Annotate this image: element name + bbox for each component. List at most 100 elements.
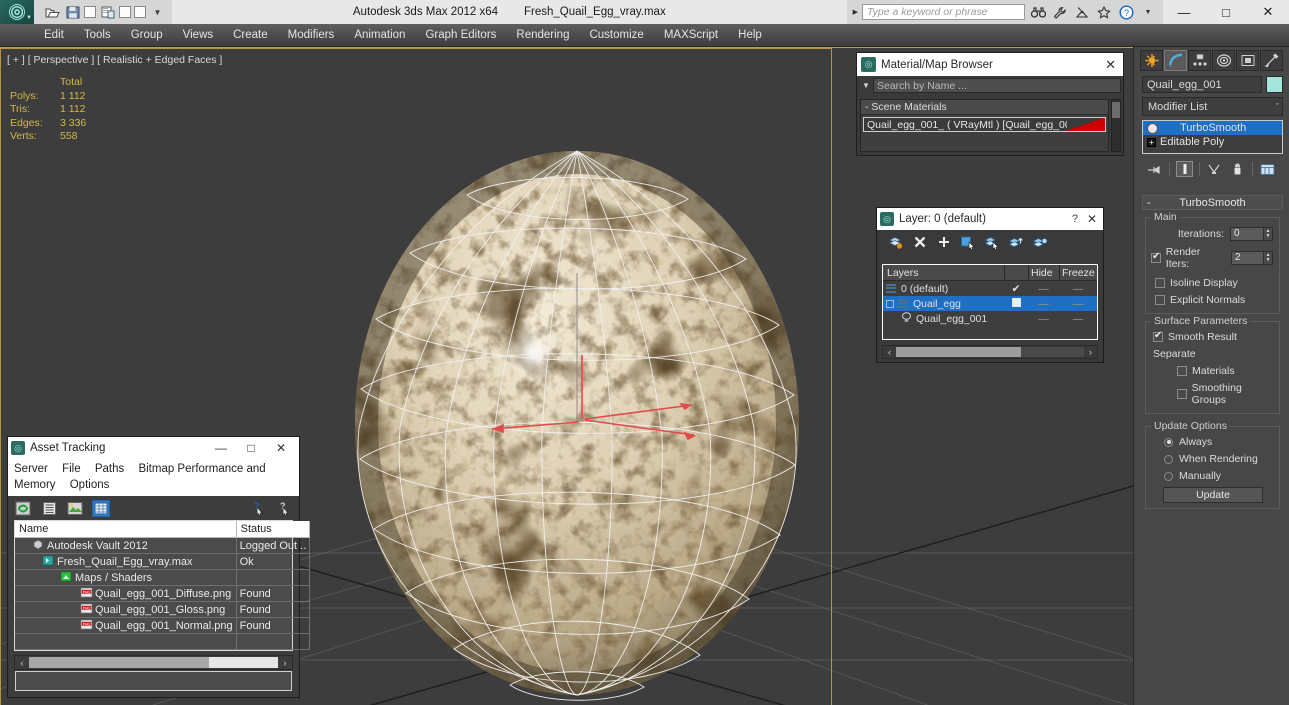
smooth-result-checkbox[interactable] xyxy=(1153,330,1163,342)
modify-tab[interactable] xyxy=(1164,50,1187,71)
explicit-normals-checkbox[interactable] xyxy=(1155,295,1165,305)
scroll-thumb[interactable] xyxy=(896,347,1021,357)
show-end-result-icon[interactable] xyxy=(1176,161,1193,177)
menu-item-edit[interactable]: Edit xyxy=(34,24,74,47)
update-option-always[interactable]: Always xyxy=(1151,436,1275,448)
display-tab[interactable] xyxy=(1236,50,1259,71)
render-iters-checkbox[interactable] xyxy=(1150,251,1161,263)
table-row[interactable]: Maps / Shaders xyxy=(15,569,311,586)
close-icon[interactable]: ✕ xyxy=(1105,57,1119,73)
search-input[interactable]: Type a keyword or phrase xyxy=(862,4,1025,20)
menu-item-rendering[interactable]: Rendering xyxy=(506,24,579,47)
smoothing-groups-checkbox[interactable] xyxy=(1177,389,1187,399)
layer-freeze-toggle[interactable]: — xyxy=(1059,298,1097,310)
update-option-when-rendering[interactable]: When Rendering xyxy=(1151,453,1275,465)
create-new-layer-icon[interactable] xyxy=(887,234,904,251)
table-view-icon[interactable] xyxy=(92,499,110,517)
remove-modifier-icon[interactable] xyxy=(1229,161,1246,177)
layer-row[interactable]: Quail_egg — — xyxy=(883,296,1097,311)
highlight-selected-objects-layer-icon[interactable] xyxy=(1007,234,1024,251)
iterations-field[interactable]: 0 xyxy=(1230,227,1264,241)
motion-tab[interactable] xyxy=(1212,50,1235,71)
material-browser-titlebar[interactable]: ◎ Material/Map Browser ✕ xyxy=(857,53,1123,76)
expand-plus-icon[interactable]: + xyxy=(1147,137,1156,147)
delete-layer-icon[interactable] xyxy=(911,234,928,251)
asset-tracking-window[interactable]: ◎ Asset Tracking — □ ✕ Server File Paths… xyxy=(7,436,311,698)
menu-item-animation[interactable]: Animation xyxy=(344,24,415,47)
layer-freeze-toggle[interactable]: — xyxy=(1059,313,1097,325)
maximize-button[interactable]: □ xyxy=(236,441,266,455)
menu-item-group[interactable]: Group xyxy=(121,24,173,47)
iterations-spinner[interactable]: ▲ ▼ xyxy=(1264,227,1273,241)
scroll-left-icon[interactable]: ‹ xyxy=(883,347,896,357)
menu-item-modifiers[interactable]: Modifiers xyxy=(278,24,345,47)
pin-stack-icon[interactable] xyxy=(1146,161,1163,177)
material-search-input[interactable]: Search by Name ... xyxy=(873,78,1121,93)
save-file-icon[interactable] xyxy=(64,4,81,21)
menu-item-help[interactable]: Help xyxy=(728,24,772,47)
rollout-header[interactable]: - TurboSmooth xyxy=(1142,195,1283,210)
create-tab[interactable] xyxy=(1140,50,1163,71)
close-icon[interactable]: ✕ xyxy=(1087,212,1100,226)
help-dropdown-icon[interactable]: ▼ xyxy=(1139,3,1157,21)
chevron-down-icon[interactable]: ▼ xyxy=(859,81,873,90)
lightbulb-icon[interactable] xyxy=(1147,122,1158,134)
wrench-icon[interactable] xyxy=(1051,3,1069,21)
scroll-thumb[interactable] xyxy=(29,657,209,668)
material-map-browser-window[interactable]: ◎ Material/Map Browser ✕ ▼ Search by Nam… xyxy=(856,52,1124,156)
context-help-icon[interactable]: ? xyxy=(275,500,293,517)
layer-hide-toggle[interactable]: — xyxy=(1028,283,1059,295)
menu-item-options[interactable]: Options xyxy=(70,479,110,491)
layer-hide-toggle[interactable]: — xyxy=(1028,298,1059,310)
scroll-right-icon[interactable]: › xyxy=(1084,347,1097,357)
scroll-track[interactable] xyxy=(209,657,278,668)
object-color-swatch[interactable] xyxy=(1266,76,1283,93)
open-file-icon[interactable] xyxy=(44,4,61,21)
layer-active-check[interactable] xyxy=(1004,297,1028,310)
table-row[interactable]: PNG Quail_egg_001_Gloss.png Found xyxy=(15,601,311,618)
render-iters-spinner[interactable]: ▲ ▼ xyxy=(1264,251,1273,265)
scroll-right-icon[interactable]: › xyxy=(278,658,292,668)
menu-item-maxscript[interactable]: MAXScript xyxy=(654,24,728,47)
binoculars-search-icon[interactable] xyxy=(1029,3,1047,21)
close-button[interactable]: ✕ xyxy=(1247,0,1289,24)
search-expand-icon[interactable]: ▶ xyxy=(853,8,858,16)
menu-item-bitmap-performance[interactable]: Bitmap Performance and Memory xyxy=(14,463,266,491)
viewport-label[interactable]: [ + ] [ Perspective ] [ Realistic + Edge… xyxy=(7,54,222,66)
menu-item-views[interactable]: Views xyxy=(173,24,223,47)
stack-item-editable-poly[interactable]: + Editable Poly xyxy=(1143,135,1282,149)
table-row[interactable]: Autodesk Vault 2012 Logged Out .. xyxy=(15,537,311,554)
asset-tracking-titlebar[interactable]: ◎ Asset Tracking — □ ✕ xyxy=(8,437,299,459)
layer-row[interactable]: Quail_egg_001 — — xyxy=(883,311,1097,326)
material-list-item[interactable]: Quail_egg_001_ ( VRayMtl ) [Quail_egg_00… xyxy=(863,117,1106,132)
refresh-icon[interactable] xyxy=(14,500,32,517)
stack-item-turbosmooth[interactable]: TurboSmooth xyxy=(1143,121,1282,135)
layer-horizontal-scrollbar[interactable]: ‹ › xyxy=(882,345,1098,359)
layer-hide-toggle[interactable]: — xyxy=(1028,313,1059,325)
minimize-button[interactable]: — xyxy=(1163,0,1205,24)
chevron-down-icon[interactable]: ˇ xyxy=(1276,102,1279,112)
layer-manager-window[interactable]: ◎ Layer: 0 (default) ? ✕ Layers Hide Fre… xyxy=(876,207,1104,363)
layer-row[interactable]: 0 (default) ✔ — — xyxy=(883,281,1097,296)
menu-item-file[interactable]: File xyxy=(62,463,81,475)
close-button[interactable]: ✕ xyxy=(266,441,296,455)
always-radio[interactable] xyxy=(1164,437,1173,447)
modifier-list-dropdown[interactable]: Modifier List ˇ xyxy=(1142,97,1283,116)
layer-dialog-titlebar[interactable]: ◎ Layer: 0 (default) ? ✕ xyxy=(877,208,1103,230)
undo-icon[interactable] xyxy=(84,6,96,18)
new-scene-icon[interactable] xyxy=(134,6,146,18)
configure-modifier-sets-icon[interactable] xyxy=(1259,161,1276,177)
add-selection-to-layer-icon[interactable] xyxy=(935,234,952,251)
update-option-manually[interactable]: Manually xyxy=(1151,470,1275,482)
table-row[interactable]: PNG Quail_egg_001_Normal.png Found xyxy=(15,617,311,634)
group-collapse-icon[interactable]: - xyxy=(865,101,869,113)
redo-icon[interactable] xyxy=(119,6,131,18)
make-unique-icon[interactable] xyxy=(1206,161,1223,177)
table-row[interactable]: PNG Quail_egg_001_Diffuse.png Found xyxy=(15,585,311,602)
layer-freeze-toggle[interactable]: — xyxy=(1059,283,1097,295)
list-view-icon[interactable] xyxy=(40,500,58,517)
layer-expand-box-icon[interactable] xyxy=(886,299,894,308)
app-menu-chevron-icon[interactable]: ▼ xyxy=(26,15,32,21)
object-name-field[interactable]: Quail_egg_001 xyxy=(1142,76,1262,93)
help-icon[interactable]: ? xyxy=(1072,213,1087,225)
